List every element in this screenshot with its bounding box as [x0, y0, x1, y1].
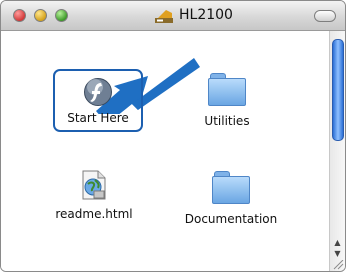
close-button[interactable]	[13, 9, 26, 22]
item-label: readme.html	[55, 207, 133, 221]
window-title: HL2100	[179, 7, 233, 23]
html-document-icon	[82, 170, 106, 200]
resize-grip-icon[interactable]	[332, 260, 344, 270]
utilities-item[interactable]: Utilities	[181, 73, 273, 128]
documentation-item[interactable]: Documentation	[174, 171, 288, 226]
scroll-down-icon[interactable]: ▼	[331, 248, 344, 259]
minimize-button[interactable]	[34, 9, 47, 22]
scroll-up-icon[interactable]: ▲	[331, 237, 344, 248]
brother-disk-icon	[155, 10, 173, 23]
folder-icon	[212, 171, 250, 204]
item-label: Utilities	[204, 114, 250, 128]
zoom-button[interactable]	[55, 9, 68, 22]
vertical-scrollbar[interactable]: ▲ ▼	[329, 31, 345, 271]
toolbar-toggle-button[interactable]	[314, 10, 336, 22]
start-here-item[interactable]: Start Here	[53, 69, 143, 132]
finder-window: HL2100 Start Here Utilities readme.html …	[0, 0, 346, 272]
item-label: Start Here	[67, 111, 129, 125]
title-bar[interactable]: HL2100	[1, 1, 345, 31]
scroll-arrows[interactable]: ▲ ▼	[331, 237, 344, 259]
folder-icon	[208, 73, 246, 106]
scrollbar-thumb[interactable]	[332, 39, 344, 141]
window-content: Start Here Utilities readme.html Documen…	[1, 31, 329, 271]
readme-html-item[interactable]: readme.html	[39, 169, 149, 221]
item-label: Documentation	[184, 212, 278, 226]
flash-icon	[84, 78, 112, 106]
